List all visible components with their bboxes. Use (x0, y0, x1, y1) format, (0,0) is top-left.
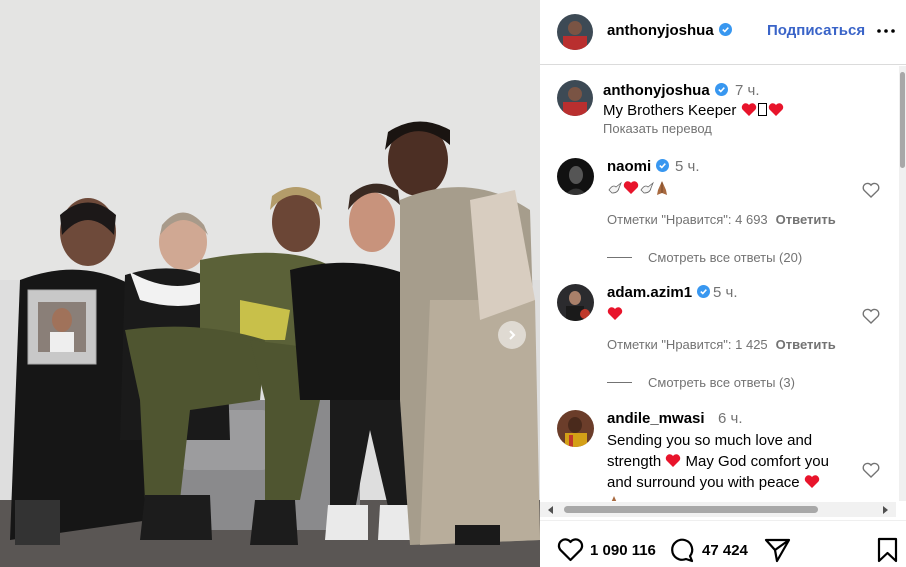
commenter-avatar[interactable] (557, 158, 594, 195)
comments-vertical-scrollbar[interactable] (899, 66, 906, 501)
post-photo (0, 0, 540, 567)
comment-text (607, 304, 867, 325)
praying-hands-emoji-icon (657, 181, 667, 195)
caption-username[interactable]: anthonyjoshua (603, 82, 728, 99)
comment-text (607, 178, 867, 199)
comments-count[interactable]: 47 424 (702, 542, 748, 559)
verified-badge-icon (656, 159, 670, 172)
scroll-right-arrow-icon[interactable] (883, 506, 888, 514)
red-heart-emoji-icon (741, 103, 756, 116)
red-heart-emoji-icon (623, 181, 639, 194)
commenter-avatar[interactable] (557, 410, 594, 447)
view-replies-link[interactable]: Смотреть все ответы (3) (607, 375, 795, 390)
comment-likes-count: Отметки "Нравится": 4 693 (607, 212, 768, 227)
post-actions-bar: 1 090 116 47 424 (540, 520, 906, 567)
comment-timestamp: 5 ч. (675, 158, 700, 175)
comment-username[interactable]: adam.azim1 (607, 284, 711, 301)
show-translation-link[interactable]: Показать перевод (603, 121, 712, 136)
reply-button[interactable]: Ответить (776, 337, 836, 352)
bookmark-icon[interactable] (874, 537, 901, 563)
comment-bubble-icon[interactable] (668, 537, 695, 563)
post-header: anthonyjoshua Подписаться (540, 0, 906, 65)
comment-username[interactable]: naomi (607, 158, 670, 175)
scrollbar-thumb[interactable] (900, 72, 905, 168)
view-replies-link[interactable]: Смотреть все ответы (20) (607, 250, 802, 265)
heart-outline-icon[interactable] (862, 308, 880, 324)
caption-text: My Brothers Keeper (603, 102, 784, 119)
heart-outline-icon[interactable] (862, 462, 880, 478)
heart-outline-icon[interactable] (862, 182, 880, 198)
next-photo-button[interactable] (498, 321, 526, 349)
comment-text: Sending you so much love and strength Ma… (607, 430, 867, 501)
verified-badge-icon (697, 285, 711, 298)
paper-plane-icon[interactable] (764, 537, 791, 563)
red-heart-emoji-icon (607, 307, 623, 320)
follow-button[interactable]: Подписаться (767, 22, 865, 39)
more-options-icon[interactable] (876, 23, 896, 39)
red-heart-emoji-icon (804, 475, 820, 488)
comments-list: anthonyjoshua 7 ч. My Brothers Keeper По… (540, 66, 906, 501)
comment-meta: Отметки "Нравится": 4 693 Ответить (607, 212, 836, 227)
red-heart-emoji-icon (666, 454, 681, 467)
comment-timestamp: 6 ч. (718, 410, 743, 427)
author-avatar[interactable] (557, 14, 593, 50)
dove-emoji-icon (608, 181, 622, 194)
scrollbar-thumb[interactable] (564, 506, 818, 513)
comment-likes-count: Отметки "Нравится": 1 425 (607, 337, 768, 352)
post-side-panel: anthonyjoshua Подписаться anthonyjoshua … (540, 0, 906, 567)
comments-horizontal-scrollbar[interactable] (540, 502, 896, 517)
caption-timestamp: 7 ч. (735, 82, 760, 99)
group-photo-image (0, 0, 540, 567)
red-heart-emoji-icon (768, 103, 783, 116)
scroll-left-arrow-icon[interactable] (548, 506, 553, 514)
heart-outline-icon[interactable] (557, 537, 584, 563)
comment-timestamp: 5 ч. (713, 284, 738, 301)
verified-badge-icon (714, 83, 728, 96)
verified-badge-icon (718, 23, 732, 36)
caption-author-avatar[interactable] (557, 80, 593, 116)
chevron-right-icon (509, 330, 516, 340)
dove-emoji-icon (640, 181, 654, 194)
comment-meta: Отметки "Нравится": 1 425 Ответить (607, 337, 836, 352)
author-username[interactable]: anthonyjoshua (607, 22, 732, 39)
likes-count[interactable]: 1 090 116 (590, 542, 656, 559)
reply-button[interactable]: Ответить (776, 212, 836, 227)
missing-glyph-icon (757, 103, 767, 116)
comment-username[interactable]: andile_mwasi (607, 410, 705, 427)
praying-hands-emoji-icon (611, 496, 617, 501)
commenter-avatar[interactable] (557, 284, 594, 321)
